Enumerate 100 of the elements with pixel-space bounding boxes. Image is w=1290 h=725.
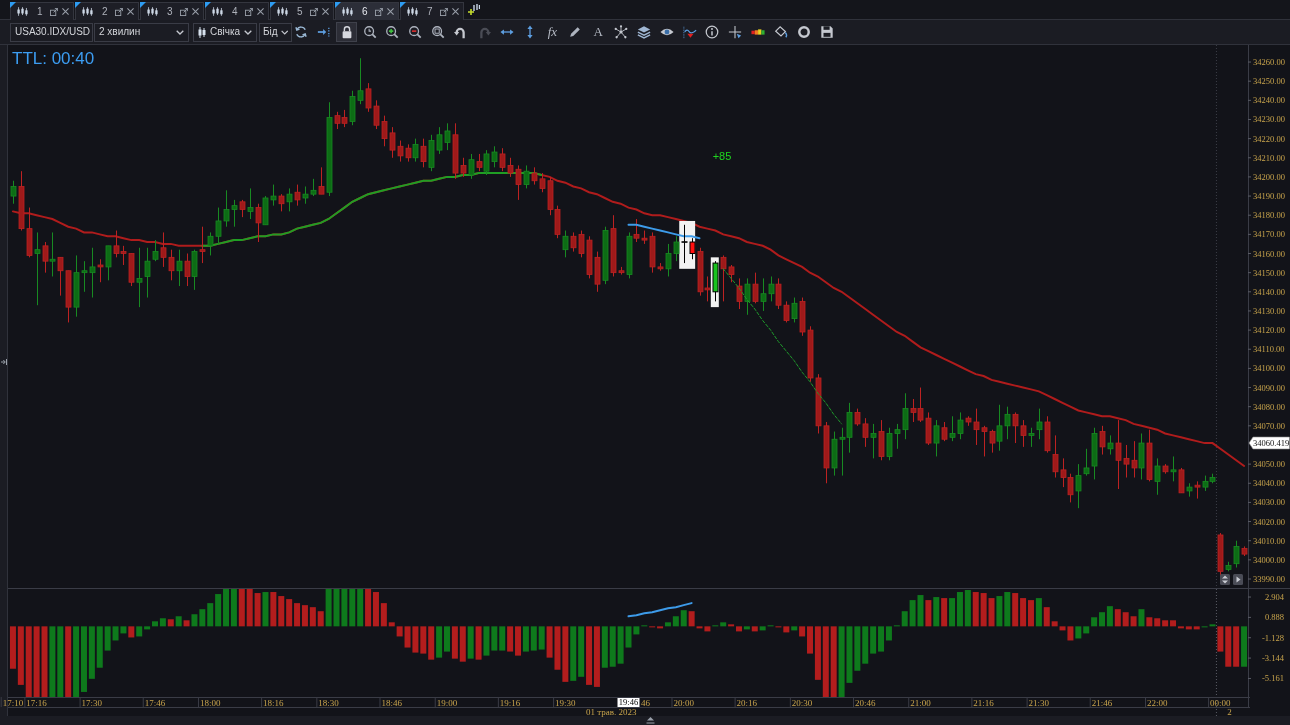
price-axis-label: 34020.00 — [1253, 516, 1285, 527]
zoom-out-icon[interactable] — [408, 25, 423, 39]
time-axis-label: 21:30 — [1028, 697, 1050, 708]
popout-icon[interactable] — [440, 7, 448, 16]
close-icon[interactable] — [452, 8, 459, 15]
price-axis-label: 34200.00 — [1253, 171, 1285, 182]
crosshair-price-label: 34060.419 — [1248, 436, 1290, 450]
zoom-fit-icon[interactable] — [431, 25, 446, 39]
price-axis-label: 34070.00 — [1253, 420, 1285, 431]
indicator-axis-label: 0.888 — [1264, 612, 1284, 623]
add-chart-icon[interactable] — [468, 4, 480, 16]
time-axis-label: 19:30 — [555, 697, 576, 708]
price-axis-label: 34130.00 — [1253, 305, 1285, 316]
crosshair-time-label: 19:46 — [617, 697, 640, 708]
time-axis-label: 19:16 — [499, 697, 521, 708]
chart-tab[interactable]: 4 — [205, 2, 269, 20]
indicator-axis-label: 2.904 — [1264, 592, 1284, 603]
symbol-dropdown[interactable]: USA30.IDX/USD — [10, 22, 93, 42]
zoom-clock-icon[interactable] — [362, 25, 377, 39]
price-axis-label: 34250.00 — [1253, 76, 1285, 87]
price-axis-label: 34000.00 — [1253, 554, 1285, 565]
crosshair-icon[interactable] — [728, 25, 743, 39]
price-axis-label: 34190.00 — [1253, 191, 1285, 202]
price-side-dropdown[interactable]: Бід — [259, 22, 292, 42]
zoom-in-icon[interactable] — [385, 25, 400, 39]
text-tool-button[interactable]: A — [591, 25, 606, 39]
date-label: 2 — [1227, 706, 1232, 717]
popout-icon[interactable] — [180, 7, 188, 16]
price-axis-label: 34040.00 — [1253, 478, 1285, 489]
time-axis-label: 21:46 — [1091, 697, 1113, 708]
right-arrow-icon[interactable] — [1233, 574, 1243, 585]
time-axis-label: 18:16 — [263, 697, 284, 708]
price-axis-label: 34080.00 — [1253, 401, 1285, 412]
chart-type-dropdown[interactable]: Свічка — [193, 22, 257, 42]
time-axis-label: 46 — [641, 697, 650, 708]
nodes-icon[interactable] — [614, 25, 629, 39]
price-axis-label: 34220.00 — [1253, 133, 1285, 144]
pencil-icon[interactable] — [568, 25, 583, 39]
chart-tab[interactable]: 1 — [10, 2, 74, 20]
popout-icon[interactable] — [375, 7, 383, 16]
time-axis-label: 17:16 — [26, 697, 47, 708]
layers-icon[interactable] — [636, 25, 651, 39]
price-axis-label: 34160.00 — [1253, 248, 1285, 259]
close-icon[interactable] — [257, 8, 264, 15]
caret-icon — [244, 29, 252, 35]
candlestick-icon — [277, 6, 288, 17]
time-axis-label: 18:30 — [318, 697, 339, 708]
chart-tab[interactable]: 3 — [140, 2, 204, 20]
undo-icon[interactable] — [454, 25, 468, 39]
time-axis-label: 21:00 — [910, 697, 931, 708]
close-icon[interactable] — [127, 8, 134, 15]
corner-flag-icon — [400, 2, 406, 8]
close-icon[interactable] — [62, 8, 69, 15]
period-dropdown[interactable]: 2 хвилин — [94, 22, 189, 42]
price-axis-label: 34120.00 — [1253, 325, 1285, 336]
chart-tab[interactable]: 5 — [270, 2, 334, 20]
indicator-axis-label: -3.144 — [1262, 653, 1284, 664]
timer-label: TTL: 00:40 — [12, 49, 95, 69]
lock-button[interactable] — [336, 22, 358, 42]
time-axis-label: 20:46 — [855, 697, 876, 708]
candlestick-icon — [147, 6, 158, 17]
candlestick-icon — [212, 6, 223, 17]
corner-flag-icon — [335, 2, 341, 8]
up-down-arrows-icon[interactable] — [1220, 574, 1230, 585]
caret-icon — [176, 29, 184, 35]
time-axis-label: 18:00 — [200, 697, 221, 708]
function-button[interactable]: fx — [545, 25, 560, 39]
indicator-axis-label: -5.161 — [1262, 673, 1284, 684]
candlestick-icon — [82, 6, 93, 17]
info-icon[interactable] — [705, 25, 720, 39]
ring-icon[interactable] — [796, 25, 811, 39]
candlestick-icon — [17, 6, 28, 17]
paint-bucket-icon[interactable] — [774, 25, 789, 39]
candlestick-icon — [198, 26, 206, 38]
save-icon[interactable] — [819, 25, 834, 39]
candlestick-icon — [342, 6, 353, 17]
time-axis-label: 19:00 — [436, 697, 458, 708]
time-axis-label: 21:16 — [973, 697, 994, 708]
corner-flag-icon — [10, 2, 16, 8]
price-axis-label: 34010.00 — [1253, 535, 1285, 546]
close-icon[interactable] — [192, 8, 199, 15]
price-axis-label: 34140.00 — [1253, 286, 1285, 297]
popout-icon[interactable] — [310, 7, 318, 16]
chart-tab[interactable]: 7 — [400, 2, 464, 20]
corner-flag-icon — [75, 2, 81, 8]
popout-icon[interactable] — [245, 7, 253, 16]
close-icon[interactable] — [387, 8, 394, 15]
close-icon[interactable] — [322, 8, 329, 15]
popout-icon[interactable] — [115, 7, 123, 16]
corner-flag-icon — [270, 2, 276, 8]
refresh-icon[interactable] — [294, 25, 308, 39]
chart-alert-icon[interactable] — [682, 25, 697, 39]
corner-flag-icon — [140, 2, 146, 8]
arrow-bar-icon[interactable] — [0, 358, 7, 366]
chart-tab[interactable]: 2 — [75, 2, 139, 20]
popout-icon[interactable] — [50, 7, 58, 16]
price-axis-label: 34090.00 — [1253, 382, 1285, 393]
price-axis-label: 34050.00 — [1253, 459, 1285, 470]
chart-tab[interactable]: 6 — [335, 2, 399, 20]
up-arrow-icon[interactable] — [645, 717, 655, 724]
